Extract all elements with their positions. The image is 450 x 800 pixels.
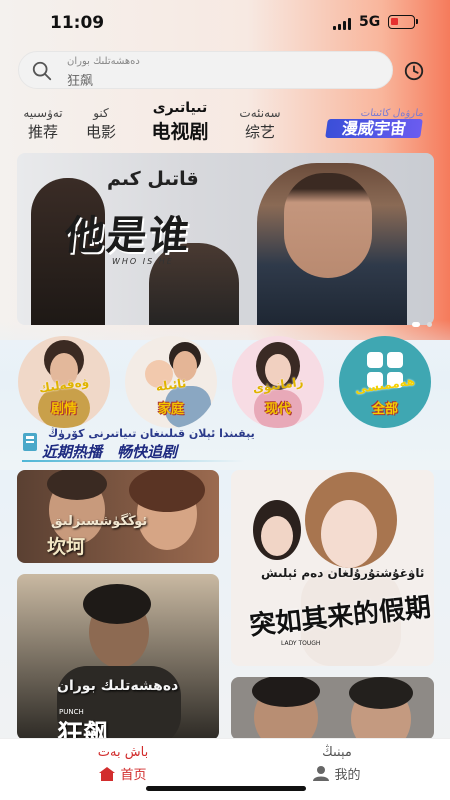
search-hint: دەھشەتلىك بوران [67,56,140,67]
tab-tv-series[interactable]: تىياتىرى 电视剧 [142,100,218,144]
banner-pagination [412,314,433,333]
search-bar[interactable]: دەھشەتلىك بوران 狂飙 [18,51,393,89]
marvel-ug: مارۋەل كائىنات [359,108,425,119]
status-time: 11:09 [50,13,105,33]
hot-section-title: 近期热播 畅快追剧 [42,443,178,461]
banner-face [284,173,372,278]
tab-movie-label: 电影 [85,123,116,141]
poster-kanke-ug: ئوڭگۈشسىزلىق [51,514,148,529]
nav-mine-label: 我的 [334,768,361,783]
poster-card-holiday[interactable]: ئاۋغۇشتۇرۇلغان دەم ئېلىش 突如其来的假期 LADY TO… [231,470,434,666]
section-divider [22,460,244,462]
home-icon [99,766,116,781]
nav-home-label: 首页 [120,768,147,783]
hero-banner[interactable]: قاتىل كىم 他是谁 WHO IS HE [17,153,434,325]
genre-modern[interactable]: زامانىۋى 现代 [232,336,324,428]
poster-holiday-en: LADY TOUGH [281,640,321,647]
user-icon [313,766,330,781]
banner-title: 他是谁 [62,213,193,259]
poster-kanke-title: 坎坷 [47,536,86,558]
tab-variety-ug: سەنئەت [239,106,281,120]
poster-holiday-ug: ئاۋغۇشتۇرۇلغان دەم ئېلىش [261,566,425,580]
status-bar: 11:09 5G [0,0,450,44]
tab-tv-series-ug: تىياتىرى [152,100,208,116]
tab-tv-series-label: 电视剧 [151,121,209,143]
nav-mine[interactable]: مېنىڭ 我的 [277,745,397,783]
poster-fourth-image [231,677,434,740]
tab-variety-label: 综艺 [244,123,275,141]
genre-all[interactable]: ھەممىسى 全部 [339,336,431,428]
signal-icon [333,18,353,30]
poster-card-fourth[interactable] [231,677,434,740]
network-label: 5G [359,14,381,30]
poster-kuangbiao-title: 狂飙 [57,720,110,740]
genre-modern-label: 现代 [264,402,291,417]
nav-mine-ug: مېنىڭ [322,745,352,760]
nav-home[interactable]: باش بەت 首页 [63,745,183,783]
banner-subtitle: WHO IS HE [112,257,174,266]
tab-marvel[interactable]: مارۋەل كائىنات 漫威宇宙 [325,108,425,142]
marvel-label: 漫威宇宙 [325,119,423,138]
poster-card-kanke[interactable]: ئوڭگۈشسىزلىق 坎坷 [17,470,219,563]
hot-section-ug: يېقىندا ئېلان قىلىنغان تىياتىرنى كۆرۈڭ [48,427,255,440]
banner-title-ug: قاتىل كىم [107,168,199,190]
genre-family-label: 家庭 [157,402,184,417]
home-indicator [146,786,306,791]
battery-icon [388,15,418,29]
tab-movie[interactable]: كنو 电影 [78,106,124,142]
search-icon [32,61,52,81]
genre-drama[interactable]: ۋەقەلىك 剧情 [18,336,110,428]
genre-family[interactable]: ئائىلە 家庭 [125,336,217,428]
tab-recommend-ug: تەۋسىيە [23,106,63,120]
nav-home-ug: باش بەت [97,745,149,760]
poster-kuangbiao-image [17,574,219,740]
history-clock-icon[interactable] [403,60,425,82]
poster-kuangbiao-ug: دەھشەتلىك بوران [57,678,179,694]
genre-drama-label: 剧情 [50,402,77,417]
tab-variety[interactable]: سەنئەت 综艺 [234,106,286,142]
poster-card-kuangbiao[interactable]: دەھشەتلىك بوران PUNCH 狂飙 [17,574,219,740]
search-input[interactable]: 狂飙 [67,70,93,89]
tab-movie-ug: كنو [93,106,109,120]
genre-all-label: 全部 [371,402,398,417]
book-icon [23,433,37,451]
tab-recommend[interactable]: تەۋسىيە 推荐 [18,106,68,142]
tab-recommend-label: 推荐 [27,123,58,141]
